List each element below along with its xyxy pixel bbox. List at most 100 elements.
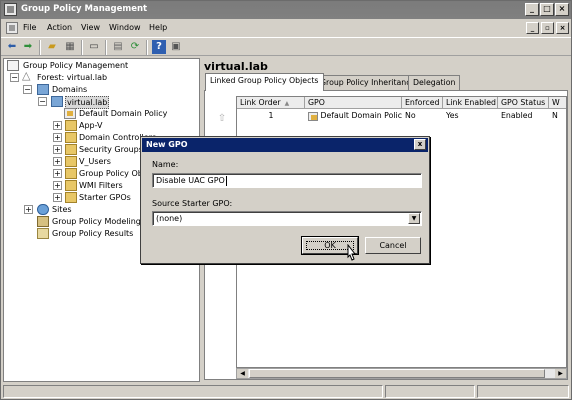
menu-view[interactable]: View [81, 23, 100, 32]
expand-toggle[interactable]: + [53, 145, 62, 154]
toolbar: ⬅ ➡ ▰ ▦ ▭ ▤ ⟳ ? ▣ [1, 37, 571, 56]
chevron-down-icon[interactable]: ▼ [408, 213, 420, 224]
mdi-minimize-button[interactable]: _ [526, 22, 539, 34]
source-starter-select[interactable]: (none) ▼ [152, 211, 422, 226]
window-title: Group Policy Management [21, 4, 148, 14]
tree-item-label: Group Policy Results [52, 229, 134, 238]
text-caret [225, 175, 227, 186]
folder-icon [65, 132, 77, 143]
gpo-icon [64, 108, 76, 119]
expand-toggle[interactable]: + [53, 121, 62, 130]
export-list-icon[interactable]: ▤ [111, 40, 125, 54]
scroll-left-icon[interactable]: ◀ [237, 369, 248, 378]
column-header-link-order[interactable]: Link Order ▲ [237, 97, 305, 109]
cell-gpo-status: Enabled [501, 111, 533, 120]
forest-icon [22, 70, 34, 83]
folder-icon [65, 168, 77, 179]
tree-domains-label: Domains [52, 85, 88, 94]
help-icon[interactable]: ? [152, 40, 166, 54]
tab-inheritance[interactable]: Group Policy Inheritance [315, 75, 421, 90]
dialog-title: New GPO [146, 140, 188, 149]
tree-item-label: Security Groups [79, 145, 143, 154]
menu-window[interactable]: Window [109, 23, 141, 32]
cell-gpo: Default Domain Policy [305, 110, 402, 122]
menu-bar: File Action View Window Help _ ▫ × [1, 19, 571, 37]
maximize-button[interactable]: □ [540, 3, 554, 16]
cell-w: N [552, 111, 558, 120]
expand-toggle[interactable]: + [53, 181, 62, 190]
sites-icon [37, 204, 49, 215]
mouse-cursor-icon [347, 244, 357, 261]
folder-icon [65, 192, 77, 203]
menu-file[interactable]: File [23, 23, 36, 32]
cell-link-enabled: Yes [446, 111, 459, 120]
toolbar-separator [81, 40, 83, 55]
show-hide-tree-icon[interactable]: ▦ [63, 40, 77, 54]
cancel-button[interactable]: Cancel [365, 237, 421, 254]
pane-title: virtual.lab [204, 60, 268, 73]
collapse-toggle[interactable]: − [23, 85, 32, 94]
expand-toggle[interactable]: + [53, 157, 62, 166]
toolbar-separator [146, 40, 148, 55]
expand-toggle[interactable]: + [53, 193, 62, 202]
up-folder-icon[interactable]: ▰ [45, 40, 59, 54]
new-gpo-dialog: New GPO x Name: Disable UAC GPO Source S… [140, 136, 430, 264]
cell-link-order: 1 [268, 111, 274, 120]
close-button[interactable]: × [555, 3, 569, 16]
horizontal-scrollbar[interactable]: ◀ ▶ [236, 368, 567, 379]
domain-folder-icon [37, 84, 49, 95]
tree-root-label: Group Policy Management [23, 61, 129, 70]
refresh-icon[interactable]: ⟳ [128, 40, 142, 54]
column-header-link-enabled[interactable]: Link Enabled [443, 97, 498, 109]
console-icon[interactable]: ▣ [169, 40, 183, 54]
folder-icon [65, 144, 77, 155]
minimize-button[interactable]: _ [525, 3, 539, 16]
folder-icon [65, 120, 77, 131]
tree-item-label: V_Users [79, 157, 111, 166]
tree-item-label: Default Domain Policy [79, 109, 168, 118]
column-header-gpo[interactable]: GPO [305, 97, 402, 109]
expand-toggle[interactable]: + [24, 205, 33, 214]
status-panel [3, 385, 383, 398]
tree-item-label: WMI Filters [79, 181, 123, 190]
console-icon[interactable] [6, 22, 18, 34]
tab-linked-gpos[interactable]: Linked Group Policy Objects [205, 73, 324, 91]
move-up-icon[interactable]: ⇧ [216, 113, 228, 125]
sort-ascending-icon: ▲ [284, 100, 290, 107]
column-header-enforced[interactable]: Enforced [402, 97, 443, 109]
gpo-link-icon [308, 111, 318, 121]
domain-icon [51, 96, 63, 107]
tree-item-label: App-V [79, 121, 103, 130]
scrollbar-thumb[interactable] [249, 369, 545, 378]
mdi-close-button[interactable]: × [556, 22, 569, 34]
tab-delegation[interactable]: Delegation [408, 75, 461, 90]
tree-item-label: Starter GPOs [79, 193, 131, 202]
dialog-close-button[interactable]: x [414, 139, 426, 150]
collapse-toggle[interactable]: − [10, 73, 19, 82]
status-panel [477, 385, 569, 398]
title-bar: Group Policy Management _ □ × [1, 1, 571, 19]
gpmc-icon [7, 60, 19, 71]
status-bar [1, 384, 571, 399]
menu-action[interactable]: Action [47, 23, 72, 32]
folder-icon [65, 156, 77, 167]
forward-arrow-icon[interactable]: ➡ [21, 40, 35, 54]
expand-toggle[interactable]: + [53, 169, 62, 178]
gpo-name-input[interactable]: Disable UAC GPO [152, 173, 422, 188]
back-arrow-icon[interactable]: ⬅ [5, 40, 19, 54]
modeling-icon [37, 216, 49, 227]
properties-icon[interactable]: ▭ [87, 40, 101, 54]
column-header-w[interactable]: W [549, 97, 566, 109]
name-label: Name: [152, 160, 179, 169]
expand-toggle[interactable]: + [53, 133, 62, 142]
folder-icon [65, 180, 77, 191]
toolbar-separator [105, 40, 107, 55]
toolbar-separator [39, 40, 41, 55]
column-header-gpo-status[interactable]: GPO Status [498, 97, 549, 109]
cell-enforced: No [405, 111, 416, 120]
tree-item-label: Group Policy Modeling [52, 217, 141, 226]
mdi-restore-button[interactable]: ▫ [541, 22, 554, 34]
menu-help[interactable]: Help [149, 23, 167, 32]
collapse-toggle[interactable]: − [38, 97, 47, 106]
scroll-right-icon[interactable]: ▶ [555, 369, 566, 378]
